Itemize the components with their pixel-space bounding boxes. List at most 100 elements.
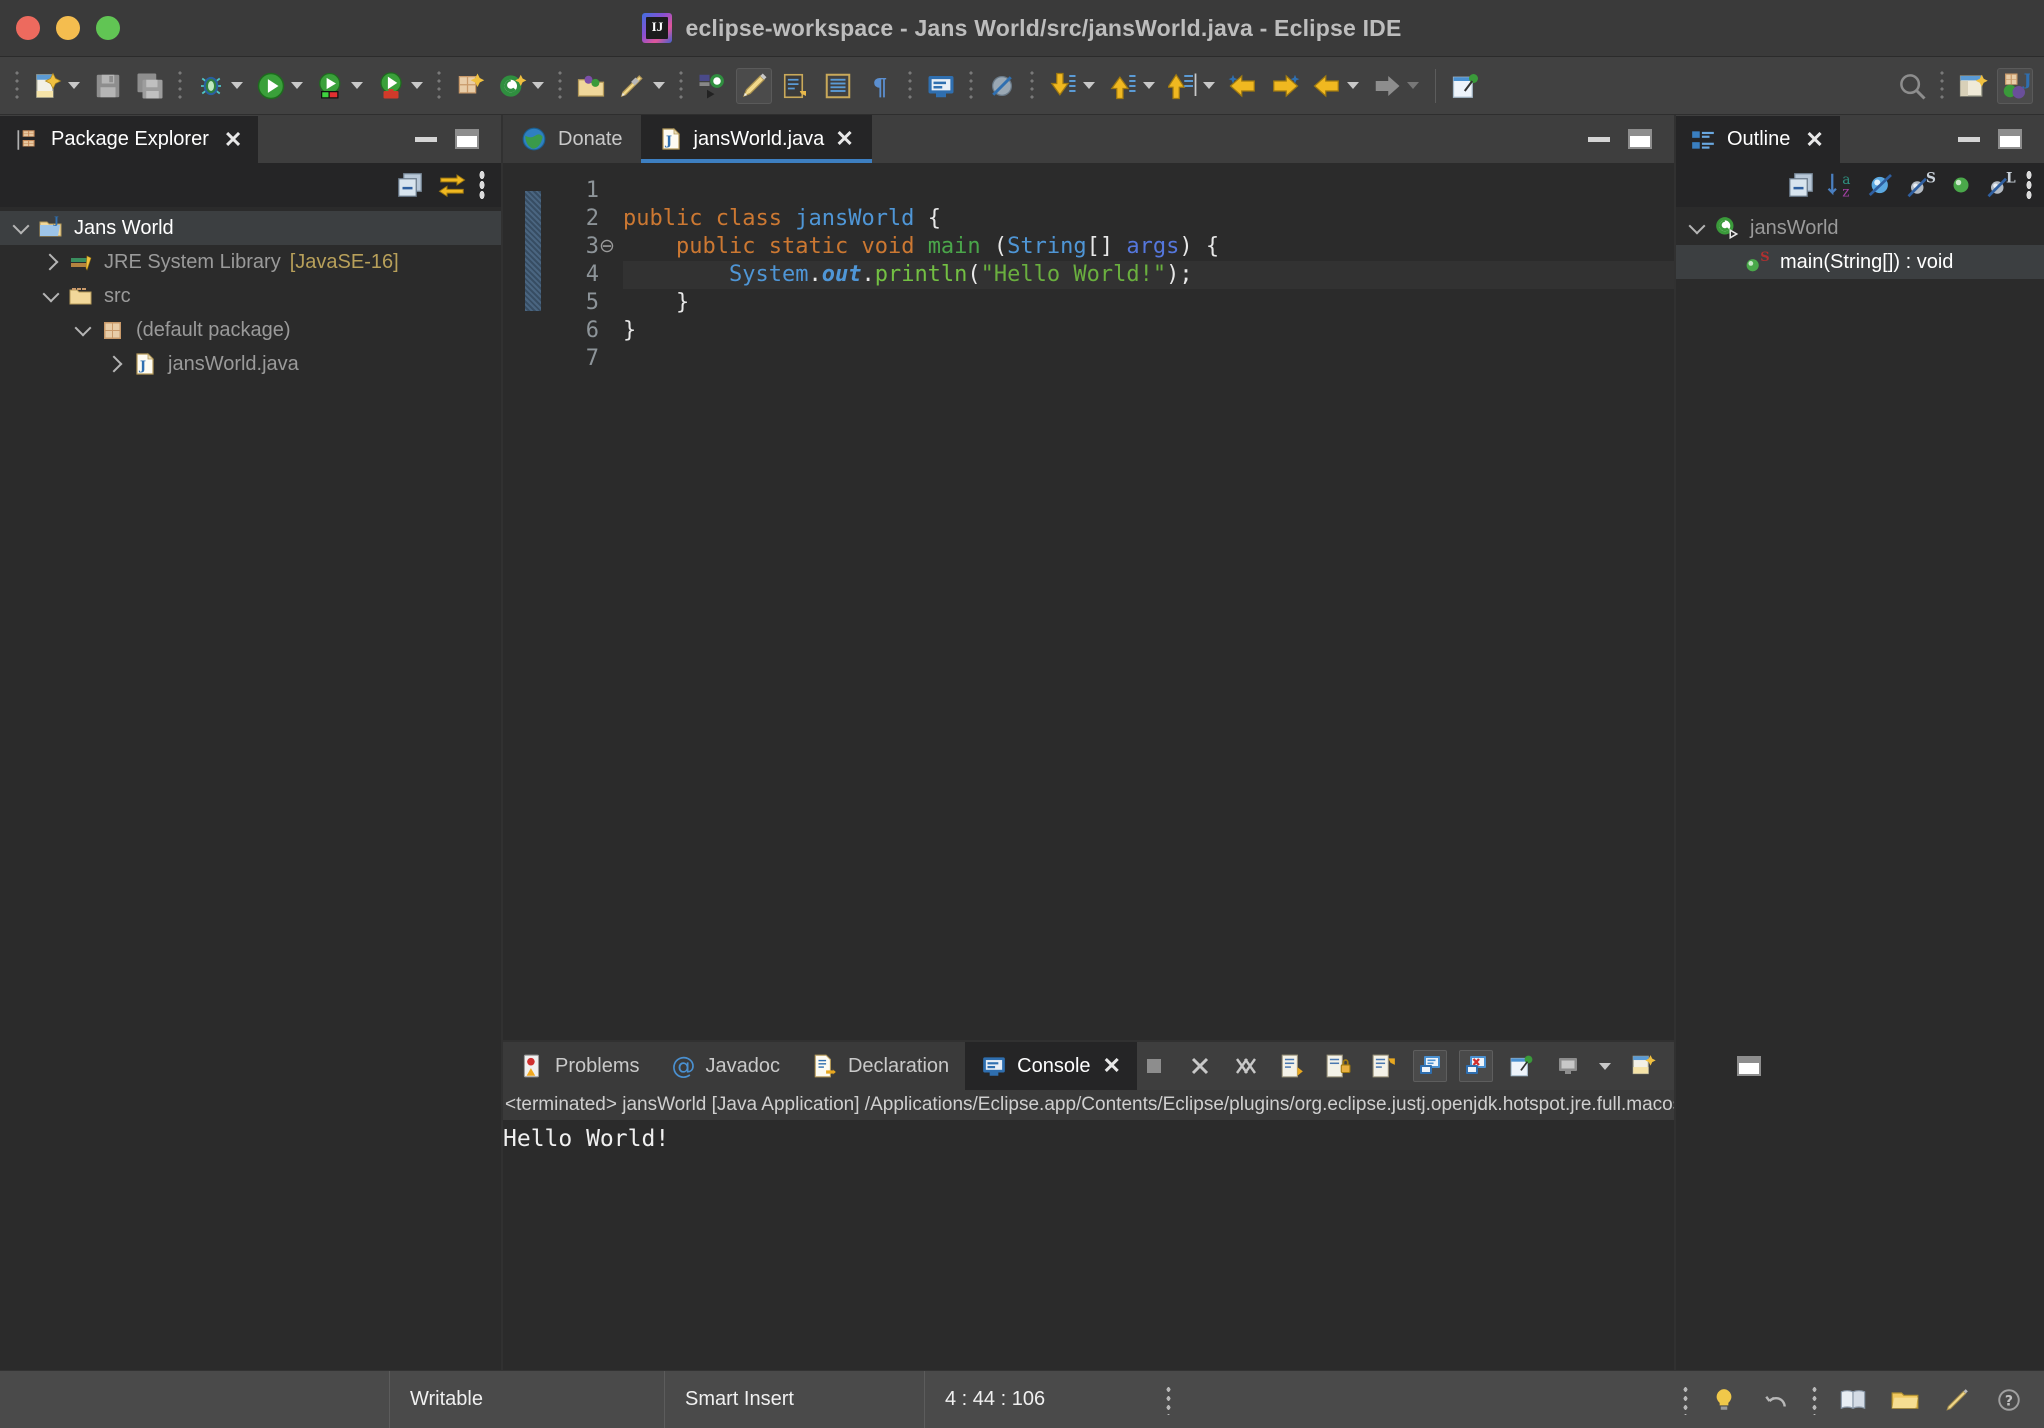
- close-icon[interactable]: ✕: [1805, 127, 1823, 153]
- fold-collapse-icon[interactable]: ⊖: [599, 233, 623, 261]
- previous-edit-button[interactable]: [1306, 64, 1366, 108]
- hide-static-icon[interactable]: S: [1906, 170, 1936, 200]
- remove-all-terminated-icon[interactable]: [1229, 1050, 1263, 1082]
- open-perspective-button[interactable]: [1952, 64, 1994, 108]
- tree-row-src[interactable]: src: [0, 279, 501, 313]
- twisty-down-icon[interactable]: [1682, 225, 1712, 232]
- folding-ruler[interactable]: ⊖: [599, 163, 623, 1040]
- marker-gutter[interactable]: [503, 163, 523, 1040]
- last-edit-location-button[interactable]: [1162, 64, 1222, 108]
- outline-row-jansworld[interactable]: jansWorld: [1676, 211, 2044, 245]
- next-annotation-dropdown[interactable]: [1083, 82, 1095, 89]
- new-wizard-dropdown[interactable]: [68, 82, 80, 89]
- coverage-button[interactable]: [310, 64, 370, 108]
- scroll-lock-icon[interactable]: [1321, 1050, 1355, 1082]
- run-button[interactable]: [250, 64, 310, 108]
- code-area[interactable]: 1 2 3 4 5 6 7 ⊖ public class jansWorld {: [503, 163, 1674, 1040]
- tab-declaration[interactable]: Declaration: [796, 1042, 965, 1090]
- debug-button[interactable]: [190, 64, 250, 108]
- mark-occurrences-button[interactable]: [733, 64, 775, 108]
- pin-console-icon[interactable]: [1505, 1050, 1539, 1082]
- show-console-on-error-icon[interactable]: [1459, 1050, 1493, 1082]
- pencil-icon[interactable]: [1940, 1383, 1974, 1417]
- new-class-button[interactable]: [491, 64, 551, 108]
- folder-icon[interactable]: [1888, 1383, 1922, 1417]
- next-edit-button[interactable]: [1366, 64, 1426, 108]
- open-console-button[interactable]: [920, 64, 962, 108]
- java-perspective-button[interactable]: J: [1994, 64, 2036, 108]
- console-output-area[interactable]: Hello World!: [503, 1120, 1674, 1370]
- run-dropdown[interactable]: [291, 82, 303, 89]
- close-window-button[interactable]: [16, 16, 40, 40]
- view-menu-icon[interactable]: [479, 170, 485, 200]
- sort-icon[interactable]: az: [1826, 170, 1856, 200]
- maximize-view-button[interactable]: [1998, 129, 2022, 149]
- new-class-dropdown[interactable]: [532, 82, 544, 89]
- back-history-button[interactable]: [1222, 64, 1264, 108]
- tree-row-default-package[interactable]: (default package): [0, 313, 501, 347]
- word-wrap-button[interactable]: [775, 64, 817, 108]
- show-console-on-output-icon[interactable]: [1413, 1050, 1447, 1082]
- tab-problems[interactable]: Problems: [503, 1042, 655, 1090]
- tab-outline[interactable]: Outline ✕: [1676, 115, 1840, 163]
- outline-tree[interactable]: jansWorld S main(String[]) : void: [1676, 207, 2044, 1370]
- forward-history-button[interactable]: [1264, 64, 1306, 108]
- display-selected-console-icon[interactable]: [1551, 1050, 1585, 1082]
- tab-donate[interactable]: Donate: [503, 115, 641, 163]
- maximize-console-button[interactable]: [1737, 1056, 1761, 1076]
- quick-access-search-button[interactable]: [1891, 64, 1933, 108]
- package-explorer-tree[interactable]: J Jans World JRE System Library [JavaSE-…: [0, 207, 501, 1370]
- maximize-editor-button[interactable]: [1628, 129, 1652, 149]
- outline-row-main-method[interactable]: S main(String[]) : void: [1676, 245, 2044, 279]
- tab-javadoc[interactable]: @ Javadoc: [655, 1042, 796, 1090]
- open-type-button[interactable]: [570, 64, 612, 108]
- last-edit-location-dropdown[interactable]: [1203, 82, 1215, 89]
- open-book-icon[interactable]: [1836, 1383, 1870, 1417]
- new-annotation-button[interactable]: [612, 64, 672, 108]
- save-button[interactable]: [87, 64, 129, 108]
- hide-local-types-icon[interactable]: L: [1986, 170, 2016, 200]
- zoom-window-button[interactable]: [96, 16, 120, 40]
- minimize-view-button[interactable]: [1958, 137, 1980, 142]
- previous-edit-dropdown[interactable]: [1347, 82, 1359, 89]
- tree-row-jre-system-library[interactable]: JRE System Library [JavaSE-16]: [0, 245, 501, 279]
- close-icon[interactable]: ✕: [224, 127, 242, 153]
- link-with-editor-icon[interactable]: [437, 170, 467, 200]
- tab-package-explorer[interactable]: Package Explorer ✕: [0, 115, 258, 163]
- minimize-editor-button[interactable]: [1588, 137, 1610, 142]
- previous-annotation-dropdown[interactable]: [1143, 82, 1155, 89]
- undo-icon[interactable]: [1759, 1383, 1793, 1417]
- word-wrap-console-icon[interactable]: [1367, 1050, 1401, 1082]
- save-all-button[interactable]: [129, 64, 171, 108]
- pin-editor-button[interactable]: [1445, 64, 1487, 108]
- debug-dropdown[interactable]: [231, 82, 243, 89]
- skip-breakpoints-button[interactable]: [981, 64, 1023, 108]
- tab-console[interactable]: Console ✕: [965, 1042, 1137, 1090]
- maximize-view-button[interactable]: [455, 129, 479, 149]
- extract-class-button[interactable]: [691, 64, 733, 108]
- close-icon[interactable]: ✕: [835, 126, 853, 152]
- twisty-right-icon[interactable]: [100, 358, 130, 370]
- hide-fields-icon[interactable]: [1866, 170, 1896, 200]
- open-console-icon[interactable]: [1627, 1050, 1661, 1082]
- next-edit-dropdown[interactable]: [1407, 82, 1419, 89]
- external-tools-button[interactable]: [370, 64, 430, 108]
- twisty-down-icon[interactable]: [68, 327, 98, 334]
- collapse-all-icon[interactable]: [395, 170, 425, 200]
- tips-icon[interactable]: [1707, 1383, 1741, 1417]
- minimize-window-button[interactable]: [56, 16, 80, 40]
- tab-jansworld-java[interactable]: J jansWorld.java ✕: [641, 115, 872, 163]
- coverage-dropdown[interactable]: [351, 82, 363, 89]
- tree-row-jansworld-java[interactable]: J jansWorld.java: [0, 347, 501, 381]
- twisty-down-icon[interactable]: [36, 293, 66, 300]
- new-package-button[interactable]: [449, 64, 491, 108]
- tree-row-jans-world[interactable]: J Jans World: [0, 211, 501, 245]
- display-console-dropdown[interactable]: [1599, 1063, 1611, 1070]
- close-icon[interactable]: ✕: [1103, 1053, 1121, 1079]
- twisty-down-icon[interactable]: [6, 225, 36, 232]
- view-menu-icon[interactable]: [2026, 170, 2032, 200]
- clear-console-icon[interactable]: [1275, 1050, 1309, 1082]
- minimize-view-button[interactable]: [415, 137, 437, 142]
- twisty-right-icon[interactable]: [36, 256, 66, 268]
- new-annotation-dropdown[interactable]: [653, 82, 665, 89]
